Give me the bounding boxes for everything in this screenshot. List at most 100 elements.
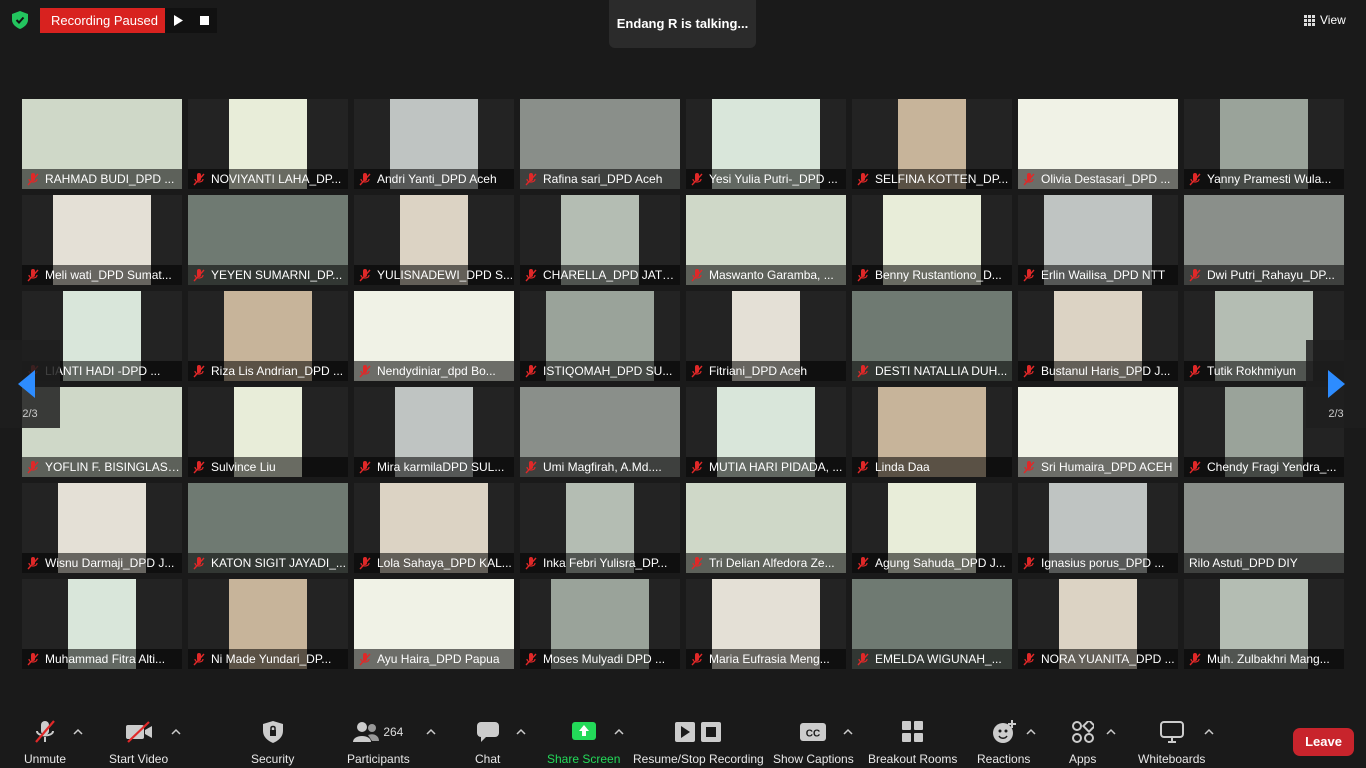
participant-name-bar: RAHMAD BUDI_DPD ... xyxy=(22,169,182,189)
participant-tile[interactable]: RAHMAD BUDI_DPD ... xyxy=(22,99,182,189)
participant-tile[interactable]: ISTIQOMAH_DPD SU... xyxy=(520,291,680,381)
participant-tile[interactable]: Linda Daa xyxy=(852,387,1012,477)
participant-tile[interactable]: Ayu Haira_DPD Papua xyxy=(354,579,514,669)
audio-options-caret-icon[interactable] xyxy=(73,728,83,736)
view-button[interactable]: View xyxy=(1304,10,1354,30)
encryption-shield-icon[interactable] xyxy=(12,11,28,29)
reactions-button[interactable]: Reactions xyxy=(977,720,1030,766)
participant-name-bar: Moses Mulyadi DPD ... xyxy=(520,649,680,669)
participant-name: Umi Magfirah, A.Md.... xyxy=(543,460,662,474)
leave-meeting-button[interactable]: Leave xyxy=(1293,728,1354,756)
participant-tile[interactable]: Wisnu Darmaji_DPD J... xyxy=(22,483,182,573)
participant-tile[interactable]: Riza Lis Andrian_DPD ... xyxy=(188,291,348,381)
participant-tile[interactable]: Muhammad Fitra Alti... xyxy=(22,579,182,669)
participant-name: Rilo Astuti_DPD DIY xyxy=(1189,556,1298,570)
participant-tile[interactable]: Inka Febri Yulisra_DP... xyxy=(520,483,680,573)
participant-name: Meli wati_DPD Sumat... xyxy=(45,268,172,282)
participant-tile[interactable]: YEYEN SUMARNI_DP... xyxy=(188,195,348,285)
participant-tile[interactable]: Tri Delian Alfedora Ze... xyxy=(686,483,846,573)
participant-tile[interactable]: Olivia Destasari_DPD ... xyxy=(1018,99,1178,189)
resume-stop-recording-button[interactable]: Resume/Stop Recording xyxy=(633,720,764,766)
participant-tile[interactable]: CHARELLA_DPD JATE... xyxy=(520,195,680,285)
participant-tile[interactable]: Ni Made Yundari_DP... xyxy=(188,579,348,669)
mic-muted-icon xyxy=(193,556,205,569)
participant-tile[interactable]: MUTIA HARI PIDADA, ... xyxy=(686,387,846,477)
participant-tile[interactable]: Benny Rustantiono_D... xyxy=(852,195,1012,285)
participant-tile[interactable]: NORA YUANITA_DPD ... xyxy=(1018,579,1178,669)
reactions-options-caret-icon[interactable] xyxy=(1026,728,1036,736)
chat-options-caret-icon[interactable] xyxy=(516,728,526,736)
participants-button[interactable]: 264 Participants xyxy=(347,720,410,766)
previous-page-button[interactable]: 2/3 xyxy=(0,340,60,428)
participant-tile[interactable]: DESTI NATALLIA DUH... xyxy=(852,291,1012,381)
participant-tile[interactable]: NOVIYANTI LAHA_DP... xyxy=(188,99,348,189)
participant-tile[interactable]: Sri Humaira_DPD ACEH xyxy=(1018,387,1178,477)
participant-name: YULISNADEWI_DPD S... xyxy=(377,268,514,282)
video-options-caret-icon[interactable] xyxy=(171,728,181,736)
whiteboards-options-caret-icon[interactable] xyxy=(1204,728,1214,736)
participant-tile[interactable]: Muh. Zulbakhri Mang... xyxy=(1184,579,1344,669)
participant-tile[interactable]: Bustanul Haris_DPD J... xyxy=(1018,291,1178,381)
participant-tile[interactable]: Lola Sahaya_DPD KAL... xyxy=(354,483,514,573)
participant-name-bar: ISTIQOMAH_DPD SU... xyxy=(520,361,680,381)
participant-tile[interactable]: Yesi Yulia Putri-_DPD ... xyxy=(686,99,846,189)
resume-recording-button[interactable] xyxy=(165,8,191,33)
participant-tile[interactable]: Maswanto Garamba, ... xyxy=(686,195,846,285)
security-button[interactable]: Security xyxy=(251,720,294,766)
participant-tile[interactable]: Nendydiniar_dpd Bo... xyxy=(354,291,514,381)
participant-tile[interactable]: Erlin Wailisa_DPD NTT xyxy=(1018,195,1178,285)
participant-tile[interactable]: Ignasius porus_DPD ... xyxy=(1018,483,1178,573)
participant-tile[interactable]: Yanny Pramesti Wula... xyxy=(1184,99,1344,189)
participant-tile[interactable]: Agung Sahuda_DPD J... xyxy=(852,483,1012,573)
whiteboards-button[interactable]: Whiteboards xyxy=(1138,720,1205,766)
mic-muted-icon xyxy=(193,172,205,185)
participant-tile[interactable]: Andri Yanti_DPD Aceh xyxy=(354,99,514,189)
participant-tile[interactable]: Meli wati_DPD Sumat... xyxy=(22,195,182,285)
apps-button[interactable]: Apps xyxy=(1069,720,1096,766)
start-video-button[interactable]: Start Video xyxy=(109,720,168,766)
unmute-button[interactable]: Unmute xyxy=(24,720,66,766)
participant-tile[interactable]: KATON SIGIT JAYADI_... xyxy=(188,483,348,573)
mic-muted-icon xyxy=(27,556,39,569)
participant-tile[interactable]: Moses Mulyadi DPD ... xyxy=(520,579,680,669)
show-captions-button[interactable]: CC Show Captions xyxy=(773,720,854,766)
participant-tile[interactable]: Rafina sari_DPD Aceh xyxy=(520,99,680,189)
participant-tile[interactable]: Maria Eufrasia Meng... xyxy=(686,579,846,669)
participant-name: Ni Made Yundari_DP... xyxy=(211,652,332,666)
participant-name-bar: Umi Magfirah, A.Md.... xyxy=(520,457,680,477)
captions-options-caret-icon[interactable] xyxy=(843,728,853,736)
video-off-icon xyxy=(125,721,152,743)
breakout-rooms-label: Breakout Rooms xyxy=(868,752,958,766)
participant-name: Sri Humaira_DPD ACEH xyxy=(1041,460,1173,474)
participant-tile[interactable]: Umi Magfirah, A.Md.... xyxy=(520,387,680,477)
participant-tile[interactable]: Fitriani_DPD Aceh xyxy=(686,291,846,381)
share-screen-button[interactable]: Share Screen xyxy=(547,720,620,766)
mic-muted-icon xyxy=(1023,172,1035,185)
participant-name-bar: Yanny Pramesti Wula... xyxy=(1184,169,1344,189)
mic-muted-icon xyxy=(691,652,703,665)
chat-label: Chat xyxy=(475,752,501,766)
chat-button[interactable]: Chat xyxy=(475,720,500,766)
participant-name: NOVIYANTI LAHA_DP... xyxy=(211,172,342,186)
participant-tile[interactable]: YULISNADEWI_DPD S... xyxy=(354,195,514,285)
participant-tile[interactable]: Rilo Astuti_DPD DIY xyxy=(1184,483,1344,573)
mic-muted-icon xyxy=(525,652,537,665)
mic-muted-icon xyxy=(1189,364,1201,377)
participant-name: Dwi Putri_Rahayu_DP... xyxy=(1207,268,1335,282)
participants-options-caret-icon[interactable] xyxy=(426,728,436,736)
participant-tile[interactable]: SELFINA KOTTEN_DP... xyxy=(852,99,1012,189)
participant-tile[interactable]: Dwi Putri_Rahayu_DP... xyxy=(1184,195,1344,285)
participant-name: KATON SIGIT JAYADI_... xyxy=(211,556,346,570)
mic-muted-icon xyxy=(525,172,537,185)
breakout-rooms-button[interactable]: Breakout Rooms xyxy=(868,720,957,766)
stop-recording-button[interactable] xyxy=(191,8,217,33)
share-options-caret-icon[interactable] xyxy=(614,728,624,736)
mic-muted-icon xyxy=(691,172,703,185)
next-page-button[interactable]: 2/3 xyxy=(1306,340,1366,428)
apps-options-caret-icon[interactable] xyxy=(1106,728,1116,736)
participant-tile[interactable]: Mira karmilaDPD SUL... xyxy=(354,387,514,477)
start-video-label: Start Video xyxy=(109,752,169,766)
participant-tile[interactable]: Sulvince Liu xyxy=(188,387,348,477)
participant-name: Lola Sahaya_DPD KAL... xyxy=(377,556,512,570)
participant-tile[interactable]: EMELDA WIGUNAH_... xyxy=(852,579,1012,669)
